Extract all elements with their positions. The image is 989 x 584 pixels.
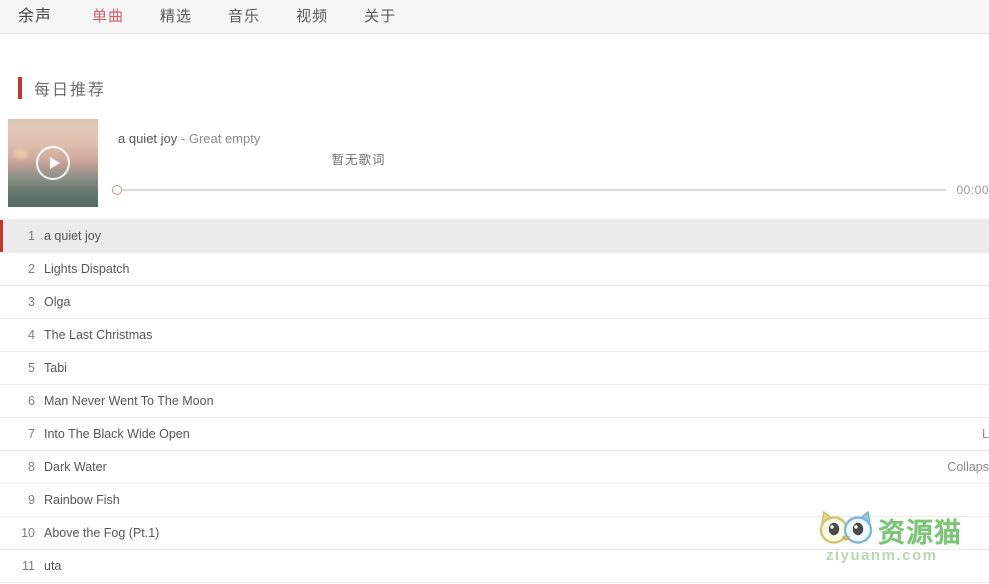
track-number: 3 <box>28 295 35 309</box>
track-title: Rainbow Fish <box>44 493 120 507</box>
track-list: 1 a quiet joy 2 Lights Dispatch 3 Olga 4… <box>0 219 989 584</box>
album-cover[interactable] <box>8 119 98 207</box>
track-number: 2 <box>28 262 35 276</box>
track-number: 8 <box>28 460 35 474</box>
page-title: 每日推荐 <box>34 82 107 99</box>
track-artist: Collaps <box>947 460 989 474</box>
top-navbar: 余声 单曲 精选 音乐 视频 关于 <box>0 0 989 34</box>
track-title: Olga <box>44 295 71 309</box>
track-number: 7 <box>28 427 35 441</box>
track-row[interactable]: 10 Above the Fog (Pt.1) <box>0 517 989 550</box>
track-number: 4 <box>28 328 35 342</box>
track-title: Man Never Went To The Moon <box>44 394 214 408</box>
track-title: Into The Black Wide Open <box>44 427 190 441</box>
track-row[interactable]: 7 Into The Black Wide Open L <box>0 418 989 451</box>
track-row[interactable]: 3 Olga <box>0 286 989 319</box>
track-number: 11 <box>22 559 35 573</box>
track-title: Above the Fog (Pt.1) <box>44 526 160 540</box>
section-accent-bar <box>18 77 22 99</box>
track-title: The Last Christmas <box>44 328 153 342</box>
play-triangle <box>49 157 60 169</box>
track-title: Dark Water <box>44 460 107 474</box>
nav-item-guanyu[interactable]: 关于 <box>346 0 414 34</box>
track-row[interactable]: 6 Man Never Went To The Moon <box>0 385 989 418</box>
track-row[interactable]: 8 Dark Water Collaps <box>0 451 989 484</box>
track-row[interactable]: 11 uta <box>0 550 989 583</box>
nav-item-jingxuan[interactable]: 精选 <box>142 0 210 34</box>
player-panel: a quiet joy - Great empty 暂无歌词 00:00 <box>0 119 989 207</box>
nav-item-shipin[interactable]: 视频 <box>278 0 346 34</box>
progress-row: 00:00 <box>112 183 989 197</box>
track-title: Tabi <box>44 361 67 375</box>
now-playing-separator: - <box>177 131 189 146</box>
current-time-label: 00:00 <box>956 183 989 197</box>
track-row[interactable]: 5 Tabi <box>0 352 989 385</box>
track-number: 9 <box>28 493 35 507</box>
track-number: 6 <box>28 394 35 408</box>
nav-item-yinyue[interactable]: 音乐 <box>210 0 278 34</box>
lyrics-panel: 暂无歌词 <box>331 153 386 167</box>
progress-slider[interactable] <box>112 185 947 195</box>
track-row[interactable]: 2 Lights Dispatch <box>0 253 989 286</box>
track-title: Lights Dispatch <box>44 262 130 276</box>
now-playing-title: a quiet joy - Great empty <box>118 131 989 146</box>
play-icon[interactable] <box>36 146 70 180</box>
cover-sun <box>14 149 28 159</box>
track-number: 10 <box>21 526 35 540</box>
player-body: a quiet joy - Great empty 暂无歌词 00:00 <box>98 119 989 207</box>
track-title: a quiet joy <box>44 229 101 243</box>
progress-handle[interactable] <box>112 185 122 195</box>
track-row[interactable]: 1 a quiet joy <box>0 220 989 253</box>
track-number: 1 <box>28 229 35 243</box>
section-header: 每日推荐 <box>0 74 989 102</box>
nav-item-danqu[interactable]: 单曲 <box>74 0 142 34</box>
now-playing-artist: Great empty <box>188 131 261 146</box>
track-number: 5 <box>28 361 35 375</box>
track-artist: L <box>982 427 989 441</box>
track-row[interactable]: 9 Rainbow Fish <box>0 484 989 517</box>
brand-logo[interactable]: 余声 <box>8 0 62 34</box>
nav-links: 单曲 精选 音乐 视频 关于 <box>74 0 414 34</box>
now-playing-song: a quiet joy <box>118 131 178 146</box>
track-title: uta <box>44 559 62 573</box>
track-row[interactable]: 4 The Last Christmas <box>0 319 989 352</box>
